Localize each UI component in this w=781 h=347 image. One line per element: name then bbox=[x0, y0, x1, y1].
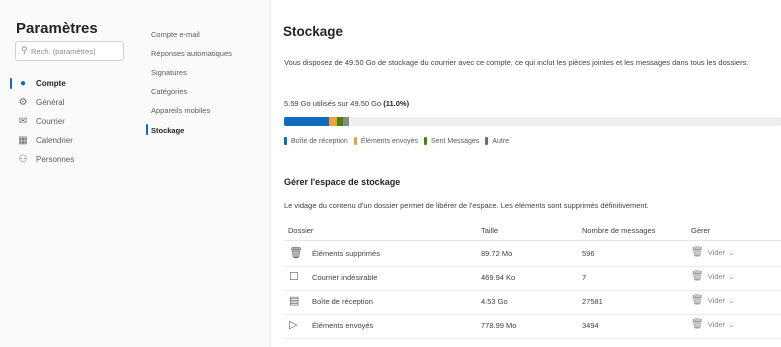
account-subnav: Compte e-mail Réponses automatiques Sign… bbox=[138, 0, 271, 347]
folder-size: 469.94 Ko bbox=[481, 273, 516, 282]
nav-item-compte[interactable]: ● Compte bbox=[0, 74, 138, 93]
chevron-down-icon: ⌄ bbox=[728, 297, 734, 305]
nav-item-label: Courrier bbox=[36, 117, 65, 126]
inbox-icon: ▤ bbox=[289, 295, 300, 307]
header-dossier: Dossier bbox=[288, 226, 314, 235]
usage-segment bbox=[342, 117, 349, 126]
search-icon: ⚲ bbox=[21, 45, 28, 55]
trash-icon: 🗑︎ bbox=[691, 271, 704, 282]
usage-percent: (11.0%) bbox=[383, 99, 410, 108]
people-icon: ⚇ bbox=[18, 154, 28, 165]
calendar-icon: ▦ bbox=[18, 135, 28, 146]
folder-name: Courrier indésirable bbox=[312, 273, 378, 282]
manage-storage-description: Le vidage du contenu d'un dossier permet… bbox=[284, 201, 649, 210]
table-row: ☐ Courrier indésirable 469.94 Ko 7 🗑︎ Vi… bbox=[284, 266, 781, 291]
settings-search-input[interactable] bbox=[31, 44, 119, 58]
empty-label: Vider bbox=[707, 272, 726, 281]
folder-size: 778.99 Mo bbox=[481, 321, 517, 330]
nav-item-label: Général bbox=[36, 98, 65, 107]
person-icon: ● bbox=[19, 78, 27, 89]
trash-icon: 🗑︎ bbox=[289, 247, 303, 259]
legend-item-other: Autre bbox=[485, 137, 509, 145]
send-icon: ▷ bbox=[289, 319, 298, 331]
folder-size: 89.72 Mo bbox=[481, 249, 513, 258]
settings-search-box[interactable]: ⚲ bbox=[15, 41, 124, 61]
empty-folder-button[interactable]: 🗑︎ Vider ⌄ bbox=[691, 247, 734, 258]
legend-swatch bbox=[284, 137, 287, 145]
subnav-item-stockage[interactable]: Stockage bbox=[151, 126, 184, 135]
table-row: 🗑︎ Éléments supprimés 89.72 Mo 596 🗑︎ Vi… bbox=[284, 242, 781, 267]
legend-label: Boîte de réception bbox=[291, 137, 348, 145]
empty-folder-button[interactable]: 🗑︎ Vider ⌄ bbox=[691, 295, 734, 306]
folder-size: 4.53 Go bbox=[481, 297, 508, 306]
usage-segment bbox=[329, 117, 338, 126]
nav-item-label: Compte bbox=[36, 79, 66, 88]
legend-swatch bbox=[424, 137, 428, 145]
legend-item-sent-messages: Sent Messages bbox=[424, 137, 479, 145]
nav-item-personnes[interactable]: ⚇ Personnes bbox=[0, 150, 138, 169]
folder-table-header: Dossier Taille Nombre de messages Gérer bbox=[284, 222, 781, 241]
gear-icon: ⚙ bbox=[18, 97, 28, 108]
message-count: 596 bbox=[582, 249, 595, 258]
folder-name: Éléments supprimés bbox=[312, 249, 380, 258]
subnav-item-reponses-automatiques[interactable]: Réponses automatiques bbox=[151, 49, 232, 58]
storage-description: Vous disposez de 49.50 Go de stockage du… bbox=[284, 58, 749, 67]
legend-label: Autre bbox=[492, 137, 510, 145]
message-count: 27581 bbox=[582, 297, 603, 306]
legend-label: Sent Messages bbox=[431, 137, 480, 145]
table-row: ▷ Éléments envoyés 778.99 Mo 3494 🗑︎ Vid… bbox=[284, 314, 781, 339]
folder-name: Boîte de réception bbox=[312, 297, 373, 306]
usage-segment bbox=[284, 117, 330, 126]
subnav-item-signatures[interactable]: Signatures bbox=[151, 68, 187, 77]
subnav-item-compte-email[interactable]: Compte e-mail bbox=[151, 30, 200, 39]
nav-item-general[interactable]: ⚙ Général bbox=[0, 93, 138, 112]
subnav-item-categories[interactable]: Catégories bbox=[151, 87, 187, 96]
nav-item-label: Calendrier bbox=[36, 136, 73, 145]
legend-item-sent: Éléments envoyés bbox=[353, 137, 419, 145]
storage-legend: Boîte de réception Éléments envoyés Sent… bbox=[284, 137, 515, 145]
page-title: Stockage bbox=[283, 24, 344, 39]
nav-item-calendrier[interactable]: ▦ Calendrier bbox=[0, 131, 138, 150]
mail-icon: ✉ bbox=[18, 116, 28, 127]
legend-swatch bbox=[485, 137, 489, 145]
active-indicator bbox=[146, 124, 148, 135]
chevron-down-icon: ⌄ bbox=[728, 249, 734, 257]
subnav-item-appareils-mobiles[interactable]: Appareils mobiles bbox=[151, 106, 210, 115]
storage-usage-bar bbox=[284, 117, 781, 126]
empty-label: Vider bbox=[707, 296, 726, 305]
folder-name: Éléments envoyés bbox=[312, 321, 374, 330]
chevron-down-icon: ⌄ bbox=[728, 273, 734, 281]
storage-panel: Stockage Vous disposez de 49.50 Go de st… bbox=[271, 0, 781, 347]
message-count: 3494 bbox=[582, 321, 599, 330]
settings-sidebar: Paramètres ⚲ ● Compte ⚙ Général ✉ Courri… bbox=[0, 0, 138, 347]
legend-swatch bbox=[353, 137, 357, 145]
message-count: 7 bbox=[582, 273, 587, 282]
settings-title: Paramètres bbox=[16, 20, 98, 37]
empty-folder-button[interactable]: 🗑︎ Vider ⌄ bbox=[691, 319, 734, 330]
header-taille: Taille bbox=[481, 226, 499, 235]
table-row: ▤ Boîte de réception 4.53 Go 27581 🗑︎ Vi… bbox=[284, 290, 781, 315]
legend-label: Éléments envoyés bbox=[360, 137, 419, 145]
empty-label: Vider bbox=[707, 320, 726, 329]
chevron-down-icon: ⌄ bbox=[728, 321, 734, 329]
legend-item-inbox: Boîte de réception bbox=[284, 137, 348, 145]
manage-storage-title: Gérer l'espace de stockage bbox=[284, 177, 401, 187]
trash-icon: 🗑︎ bbox=[691, 319, 704, 330]
junk-icon: ☐ bbox=[289, 271, 299, 283]
empty-folder-button[interactable]: 🗑︎ Vider ⌄ bbox=[691, 271, 734, 282]
settings-nav-primary: ● Compte ⚙ Général ✉ Courrier ▦ Calendri… bbox=[0, 74, 138, 169]
trash-icon: 🗑︎ bbox=[691, 295, 704, 306]
trash-icon: 🗑︎ bbox=[691, 247, 704, 258]
empty-label: Vider bbox=[707, 248, 726, 257]
nav-item-courrier[interactable]: ✉ Courrier bbox=[0, 112, 138, 131]
storage-usage-text: 5.59 Go utilisés sur 49.50 Go (11.0%) bbox=[284, 99, 409, 108]
header-nombre-messages: Nombre de messages bbox=[582, 226, 656, 235]
usage-amount: 5.59 Go utilisés sur 49.50 Go bbox=[284, 99, 382, 108]
nav-item-label: Personnes bbox=[36, 155, 75, 164]
header-gerer: Gérer bbox=[691, 226, 711, 235]
